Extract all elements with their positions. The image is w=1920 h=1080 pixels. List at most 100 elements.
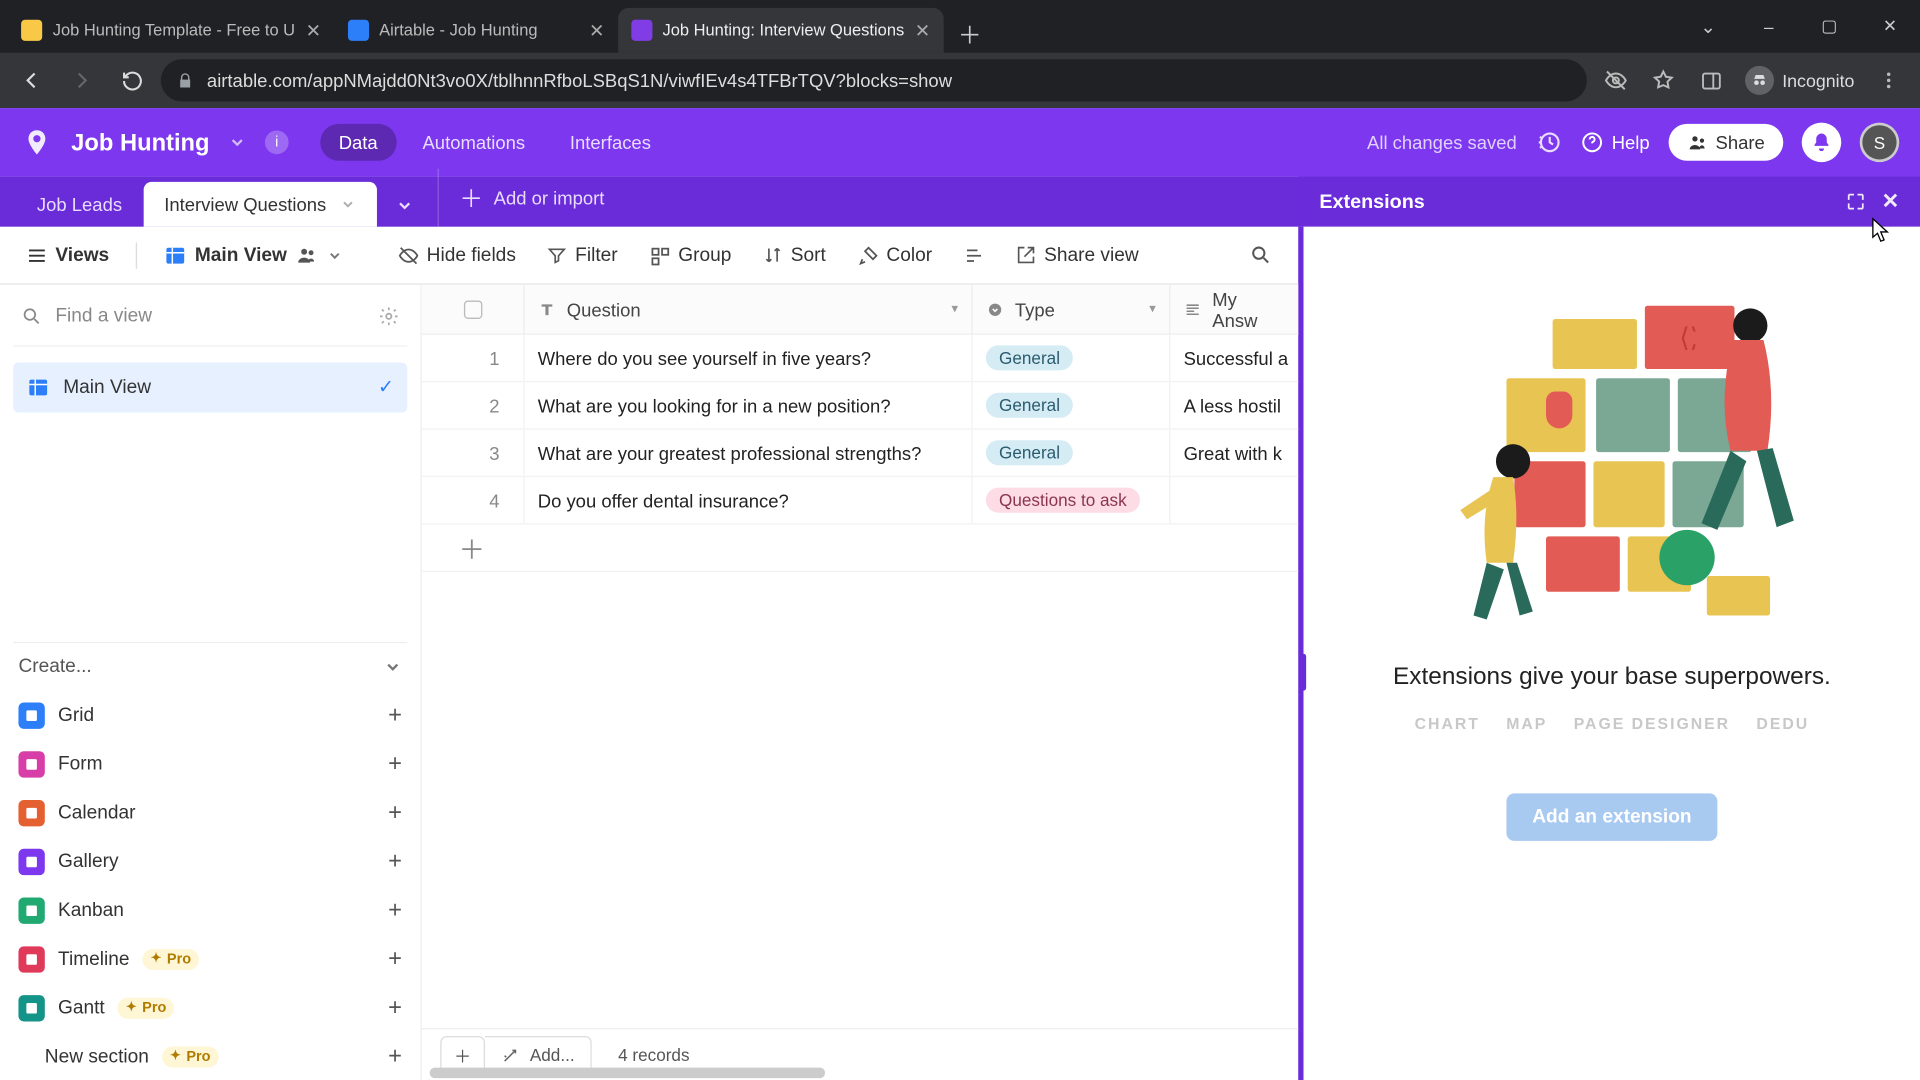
cell-question[interactable]: What are you looking for in a new positi… — [525, 382, 973, 428]
cell-question[interactable]: Where do you see yourself in five years? — [525, 335, 973, 381]
incognito-indicator[interactable]: Incognito — [1737, 66, 1862, 95]
sidebar-viewtype-gallery[interactable]: Gallery+ — [13, 837, 407, 886]
plus-icon[interactable]: + — [388, 1043, 402, 1071]
column-header-question[interactable]: Question ▾ — [525, 285, 973, 334]
checkbox-icon[interactable] — [463, 300, 481, 318]
column-header-answer[interactable]: My Answ — [1170, 285, 1298, 334]
cell-answer[interactable]: A less hostil — [1170, 382, 1298, 428]
cell-answer[interactable]: Successful a — [1170, 335, 1298, 381]
cell-question[interactable]: Do you offer dental insurance? — [525, 477, 973, 523]
sidebar-viewtype-gantt[interactable]: GanttPro+ — [13, 983, 407, 1032]
plus-icon[interactable]: + — [388, 847, 402, 875]
chevron-down-icon[interactable] — [339, 196, 355, 212]
table-row[interactable]: 2What are you looking for in a new posit… — [422, 382, 1298, 429]
address-bar[interactable]: airtable.com/appNMajdd0Nt3vo0X/tblhnnRfb… — [161, 59, 1587, 101]
forward-button[interactable] — [61, 59, 103, 101]
tables-overflow-button[interactable] — [376, 185, 431, 227]
bookmark-star-icon[interactable] — [1642, 59, 1684, 101]
history-icon[interactable] — [1535, 129, 1561, 155]
add-row-button[interactable]: ＋ — [422, 525, 1298, 572]
share-view-button[interactable]: Share view — [1006, 239, 1149, 271]
base-title[interactable]: Job Hunting — [71, 129, 209, 157]
browser-tab[interactable]: Airtable - Job Hunting ✕ — [334, 8, 617, 53]
eye-blocked-icon[interactable] — [1595, 59, 1637, 101]
airtable-logo-icon[interactable] — [21, 127, 53, 159]
notifications-button[interactable] — [1802, 123, 1842, 163]
table-tab-job-leads[interactable]: Job Leads — [16, 182, 143, 227]
close-icon[interactable]: ✕ — [306, 19, 321, 41]
share-button[interactable]: Share — [1668, 124, 1783, 161]
plus-icon[interactable]: + — [388, 750, 402, 778]
plus-icon[interactable]: + — [388, 994, 402, 1022]
table-row[interactable]: 3What are your greatest professional str… — [422, 430, 1298, 477]
plus-icon[interactable]: + — [388, 945, 402, 973]
table-tab-interview-questions[interactable]: Interview Questions — [143, 182, 376, 227]
view-picker[interactable]: Main View — [153, 238, 353, 272]
sidebar-viewtype-calendar[interactable]: Calendar+ — [13, 788, 407, 837]
new-tab-button[interactable]: ＋ — [951, 16, 988, 53]
sidebar-viewtype-grid[interactable]: Grid+ — [13, 691, 407, 740]
create-section-toggle[interactable]: Create... — [13, 642, 407, 691]
row-number[interactable]: 4 — [422, 477, 525, 523]
chevron-down-icon[interactable]: ▾ — [1149, 302, 1156, 316]
browser-tab[interactable]: Job Hunting Template - Free to U ✕ — [8, 8, 334, 53]
sidebar-new-section[interactable]: New section Pro + — [13, 1032, 407, 1080]
row-number[interactable]: 2 — [422, 382, 525, 428]
sidebar-viewtype-form[interactable]: Form+ — [13, 739, 407, 788]
tab-data[interactable]: Data — [320, 124, 396, 161]
user-avatar[interactable]: S — [1860, 123, 1900, 163]
add-extension-button[interactable]: Add an extension — [1506, 793, 1718, 840]
horizontal-scrollbar[interactable] — [430, 1068, 825, 1079]
side-panel-icon[interactable] — [1690, 59, 1732, 101]
cell-question[interactable]: What are your greatest professional stre… — [525, 430, 973, 476]
tab-search-icon[interactable]: ⌄ — [1678, 0, 1739, 53]
table-row[interactable]: 4Do you offer dental insurance?Questions… — [422, 477, 1298, 524]
maximize-button[interactable]: ▢ — [1799, 0, 1860, 53]
tab-interfaces[interactable]: Interfaces — [551, 124, 669, 161]
search-button[interactable] — [1239, 239, 1282, 272]
row-number[interactable]: 1 — [422, 335, 525, 381]
browser-tab-active[interactable]: Job Hunting: Interview Questions ✕ — [618, 8, 944, 53]
plus-icon[interactable]: + — [388, 799, 402, 827]
hide-fields-button[interactable]: Hide fields — [387, 239, 526, 271]
plus-icon[interactable]: + — [388, 701, 402, 729]
kebab-menu-icon[interactable] — [1868, 59, 1910, 101]
cell-type[interactable]: General — [973, 430, 1171, 476]
cell-answer[interactable]: Great with k — [1170, 430, 1298, 476]
views-button[interactable]: Views — [16, 239, 120, 271]
table-row[interactable]: 1Where do you see yourself in five years… — [422, 335, 1298, 382]
info-icon[interactable]: i — [265, 130, 289, 154]
color-button[interactable]: Color — [847, 239, 943, 271]
back-button[interactable] — [11, 59, 53, 101]
filter-button[interactable]: Filter — [537, 239, 628, 271]
group-button[interactable]: Group — [639, 239, 742, 271]
sidebar-view-main[interactable]: Main View ✓ — [13, 362, 407, 412]
row-height-button[interactable] — [953, 239, 995, 271]
column-header-type[interactable]: Type ▾ — [973, 285, 1171, 334]
help-button[interactable]: Help — [1580, 130, 1650, 154]
minimize-button[interactable]: – — [1738, 0, 1799, 53]
close-window-button[interactable]: ✕ — [1860, 0, 1920, 53]
cell-answer[interactable] — [1170, 477, 1298, 523]
cell-type[interactable]: Questions to ask — [973, 477, 1171, 523]
view-search[interactable]: Find a view — [13, 295, 407, 346]
cell-type[interactable]: General — [973, 335, 1171, 381]
sidebar-viewtype-kanban[interactable]: Kanban+ — [13, 886, 407, 935]
reload-button[interactable] — [111, 59, 153, 101]
close-icon[interactable]: ✕ — [1882, 188, 1900, 214]
panel-resize-handle[interactable] — [1301, 654, 1306, 691]
settings-icon[interactable] — [378, 306, 399, 327]
close-icon[interactable]: ✕ — [915, 19, 930, 41]
row-number[interactable]: 3 — [422, 430, 525, 476]
sidebar-viewtype-timeline[interactable]: TimelinePro+ — [13, 934, 407, 983]
cell-type[interactable]: General — [973, 382, 1171, 428]
plus-icon[interactable]: + — [388, 896, 402, 924]
close-icon[interactable]: ✕ — [589, 19, 604, 41]
expand-icon[interactable] — [1845, 191, 1866, 212]
chevron-down-icon[interactable]: ▾ — [952, 302, 959, 316]
sort-button[interactable]: Sort — [753, 239, 837, 271]
tab-automations[interactable]: Automations — [404, 124, 543, 161]
add-table-button[interactable]: ＋ Add or import — [437, 169, 626, 227]
select-all-header[interactable] — [422, 285, 525, 334]
chevron-down-icon[interactable] — [228, 133, 246, 151]
